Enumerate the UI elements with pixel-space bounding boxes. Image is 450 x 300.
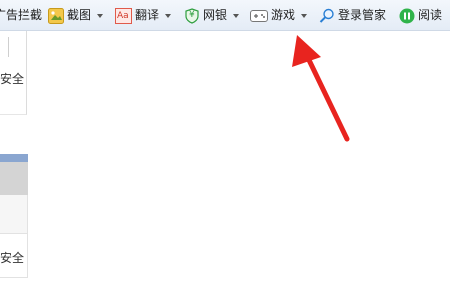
- browser-toolbar: 广告拦截 截图 Aa 翻译 ¥ 网银 游戏 登录管家 阅读: [0, 0, 450, 31]
- read-mode-label: 阅读: [418, 8, 443, 22]
- chevron-down-icon[interactable]: [233, 13, 240, 18]
- left-panel-gray-row: [0, 162, 28, 195]
- login-manager-label: 登录管家: [338, 8, 387, 22]
- shield-yuan-text: ¥: [189, 9, 195, 20]
- security-text-bottom: 安全: [0, 251, 25, 265]
- toolbar-games[interactable]: 游戏: [250, 0, 308, 31]
- security-text-top: 安全: [0, 72, 25, 86]
- translate-label: 翻译: [135, 8, 160, 22]
- divider: [8, 37, 9, 57]
- games-label: 游戏: [271, 8, 296, 22]
- translate-icon-text: Aa: [117, 10, 129, 21]
- toolbar-adblock[interactable]: 广告拦截: [0, 0, 42, 31]
- translate-icon: Aa: [115, 7, 132, 24]
- toolbar-login-manager[interactable]: 登录管家: [319, 0, 386, 31]
- left-panel-header-bar: [0, 154, 28, 162]
- toolbar-translate[interactable]: Aa 翻译: [115, 0, 172, 31]
- adblock-label: 广告拦截: [0, 8, 43, 22]
- screenshot-icon: [48, 7, 64, 24]
- bank-label: 网银: [203, 8, 228, 22]
- chevron-down-icon[interactable]: [165, 13, 172, 18]
- search-key-icon: [319, 8, 335, 24]
- screenshot-label: 截图: [67, 8, 92, 22]
- left-panel-row: [0, 195, 28, 233]
- shield-yuan-icon: ¥: [184, 7, 200, 24]
- gamepad-icon: [250, 8, 268, 24]
- toolbar-read-mode[interactable]: 阅读: [399, 0, 442, 31]
- toolbar-screenshot[interactable]: 截图: [48, 0, 104, 31]
- annotation-arrow: [292, 35, 350, 142]
- read-mode-icon: [399, 8, 415, 24]
- toolbar-bank[interactable]: ¥ 网银: [184, 0, 240, 31]
- chevron-down-icon[interactable]: [97, 13, 104, 18]
- chevron-down-icon[interactable]: [301, 13, 308, 18]
